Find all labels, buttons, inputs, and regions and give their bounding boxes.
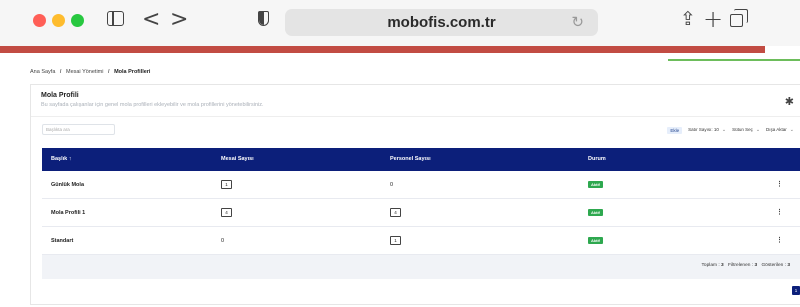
- export-label: Dışa Aktar: [766, 127, 787, 132]
- shown-label: Gösterilen :: [761, 263, 786, 268]
- shift-count-badge[interactable]: 4: [221, 208, 232, 218]
- status-cell: Aktif: [588, 227, 603, 255]
- data-table: Başlık ↑ Mesai Sayısı Personel Sayısı Du…: [42, 148, 800, 279]
- rows-per-page-select[interactable]: Satır Sayısı: 10 ⌄: [688, 127, 726, 133]
- breadcrumb-current: Mola Profilleri: [114, 69, 151, 75]
- row-title: Günlük Mola: [51, 182, 84, 188]
- status-badge: Aktif: [588, 209, 603, 217]
- table-row[interactable]: Günlük Mola 1 0 Aktif ⋮: [42, 171, 800, 199]
- progress-line: [668, 59, 800, 61]
- caret-down-icon: ⌄: [789, 127, 794, 133]
- kebab-menu-icon[interactable]: ⋮: [776, 227, 783, 255]
- shown-value: 3: [787, 263, 790, 268]
- export-select[interactable]: Dışa Aktar ⌄: [766, 127, 794, 133]
- add-button[interactable]: Ekle: [667, 126, 683, 134]
- personnel-count-badge[interactable]: 4: [390, 208, 401, 218]
- url-text: mobofis.com.tr: [387, 14, 496, 31]
- shift-count-cell: 4: [221, 199, 232, 227]
- share-icon[interactable]: ⇪: [680, 8, 696, 30]
- status-cell: Aktif: [588, 171, 603, 199]
- column-header-title[interactable]: Başlık ↑: [51, 148, 71, 171]
- search-input[interactable]: [42, 124, 115, 135]
- status-badge: Aktif: [588, 181, 603, 189]
- breadcrumb: Ana Sayfa / Mesai Yönetimi / Mola Profil…: [30, 69, 150, 75]
- personnel-count-cell: 4: [390, 199, 401, 227]
- breadcrumb-separator: /: [59, 69, 62, 75]
- tabs-icon[interactable]: [730, 9, 748, 27]
- personnel-count-badge[interactable]: 1: [390, 236, 401, 246]
- page-subtitle: Bu sayfada çalışanlar için genel mola pr…: [41, 102, 264, 108]
- column-select-label: Sütun Seç: [732, 127, 753, 132]
- table-toolbar: Ekle Satır Sayısı: 10 ⌄ Sütun Seç ⌄ Dışa A…: [667, 125, 800, 135]
- page-title: Mola Profili: [41, 92, 79, 99]
- status-badge: Aktif: [588, 237, 603, 245]
- browser-chrome: < > mobofis.com.tr ↻ ⇪ +: [0, 0, 800, 46]
- column-header-status[interactable]: Durum: [588, 148, 606, 171]
- status-cell: Aktif: [588, 199, 603, 227]
- breadcrumb-shift-management[interactable]: Mesai Yönetimi: [66, 69, 104, 75]
- shift-count-cell: 0: [221, 238, 225, 244]
- breadcrumb-home[interactable]: Ana Sayfa: [30, 69, 55, 75]
- divider: [31, 116, 800, 117]
- row-title: Standart: [51, 238, 74, 244]
- forward-icon[interactable]: >: [170, 7, 188, 32]
- minimize-window-button[interactable]: [52, 14, 65, 27]
- column-select[interactable]: Sütun Seç ⌄: [732, 127, 760, 133]
- caret-down-icon: ⌄: [755, 127, 761, 133]
- personnel-count-cell: 1: [390, 227, 401, 255]
- sidebar-icon[interactable]: [107, 11, 124, 26]
- back-icon[interactable]: <: [142, 7, 160, 32]
- table-header: Başlık ↑ Mesai Sayısı Personel Sayısı Du…: [42, 148, 800, 171]
- rows-per-page-label: Satır Sayısı: 10: [688, 127, 719, 132]
- table-row[interactable]: Mola Profili 1 4 4 Aktif ⋮: [42, 199, 800, 227]
- shift-count-cell: 1: [221, 171, 232, 199]
- pagination-page-button[interactable]: 1: [792, 286, 800, 295]
- row-title: Mola Profili 1: [51, 210, 86, 216]
- content-card: Mola Profili Bu sayfada çalışanlar için …: [30, 84, 800, 305]
- new-tab-icon[interactable]: +: [703, 5, 723, 33]
- kebab-menu-icon[interactable]: ⋮: [776, 171, 783, 199]
- reload-icon[interactable]: ↻: [571, 9, 584, 36]
- maximize-window-button[interactable]: [71, 14, 84, 27]
- filtered-value: 3: [754, 263, 758, 268]
- shift-count-badge[interactable]: 1: [221, 180, 232, 190]
- header-accent-bar: [0, 46, 765, 53]
- breadcrumb-separator: /: [108, 69, 110, 75]
- kebab-menu-icon[interactable]: ⋮: [776, 199, 783, 227]
- close-window-button[interactable]: [33, 14, 46, 27]
- personnel-count-cell: 0: [390, 182, 394, 188]
- table-summary: Toplam : 3 Filtrelenen : 3 Gösterilen : …: [702, 263, 793, 268]
- shield-icon[interactable]: [258, 11, 269, 26]
- total-label: Toplam :: [701, 263, 720, 268]
- address-bar[interactable]: mobofis.com.tr ↻: [285, 9, 598, 36]
- caret-down-icon: ⌄: [721, 127, 727, 133]
- table-row[interactable]: Standart 0 1 Aktif ⋮: [42, 227, 800, 255]
- filtered-label: Filtrelenen :: [728, 263, 754, 268]
- gear-icon[interactable]: ✱: [785, 95, 794, 108]
- column-header-personnel-count[interactable]: Personel Sayısı: [390, 148, 431, 171]
- column-header-shift-count[interactable]: Mesai Sayısı: [221, 148, 254, 171]
- total-value: 3: [721, 263, 724, 268]
